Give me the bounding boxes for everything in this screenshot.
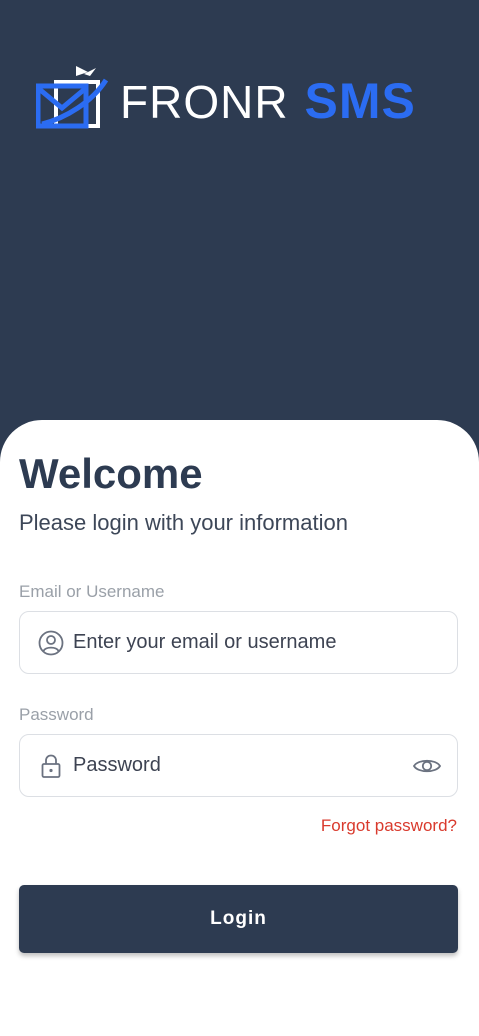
login-card: Welcome Please login with your informati… (0, 420, 479, 1036)
app-logo: FRONR SMS (36, 64, 416, 130)
password-field[interactable]: Password (19, 734, 458, 797)
user-circle-icon (38, 630, 64, 655)
brand-accent-text: SMS (304, 73, 416, 129)
email-placeholder: Enter your email or username (73, 631, 337, 653)
login-button[interactable]: Login (19, 885, 458, 953)
envelope-send-icon (36, 66, 109, 129)
email-field-label: Email or Username (19, 582, 165, 601)
password-field-label: Password (19, 705, 94, 724)
login-screen: FRONR SMS Welcome Please login with your… (0, 0, 479, 1036)
lock-icon (41, 754, 61, 778)
page-subtitle: Please login with your information (19, 510, 348, 535)
eye-icon[interactable] (411, 750, 443, 782)
password-placeholder: Password (73, 754, 161, 776)
brand-name: FRONR SMS (120, 72, 416, 130)
forgot-password-link[interactable]: Forgot password? (321, 816, 457, 836)
page-title: Welcome (19, 450, 203, 497)
email-field[interactable]: Enter your email or username (19, 611, 458, 674)
brand-main-text: FRONR (120, 76, 289, 128)
